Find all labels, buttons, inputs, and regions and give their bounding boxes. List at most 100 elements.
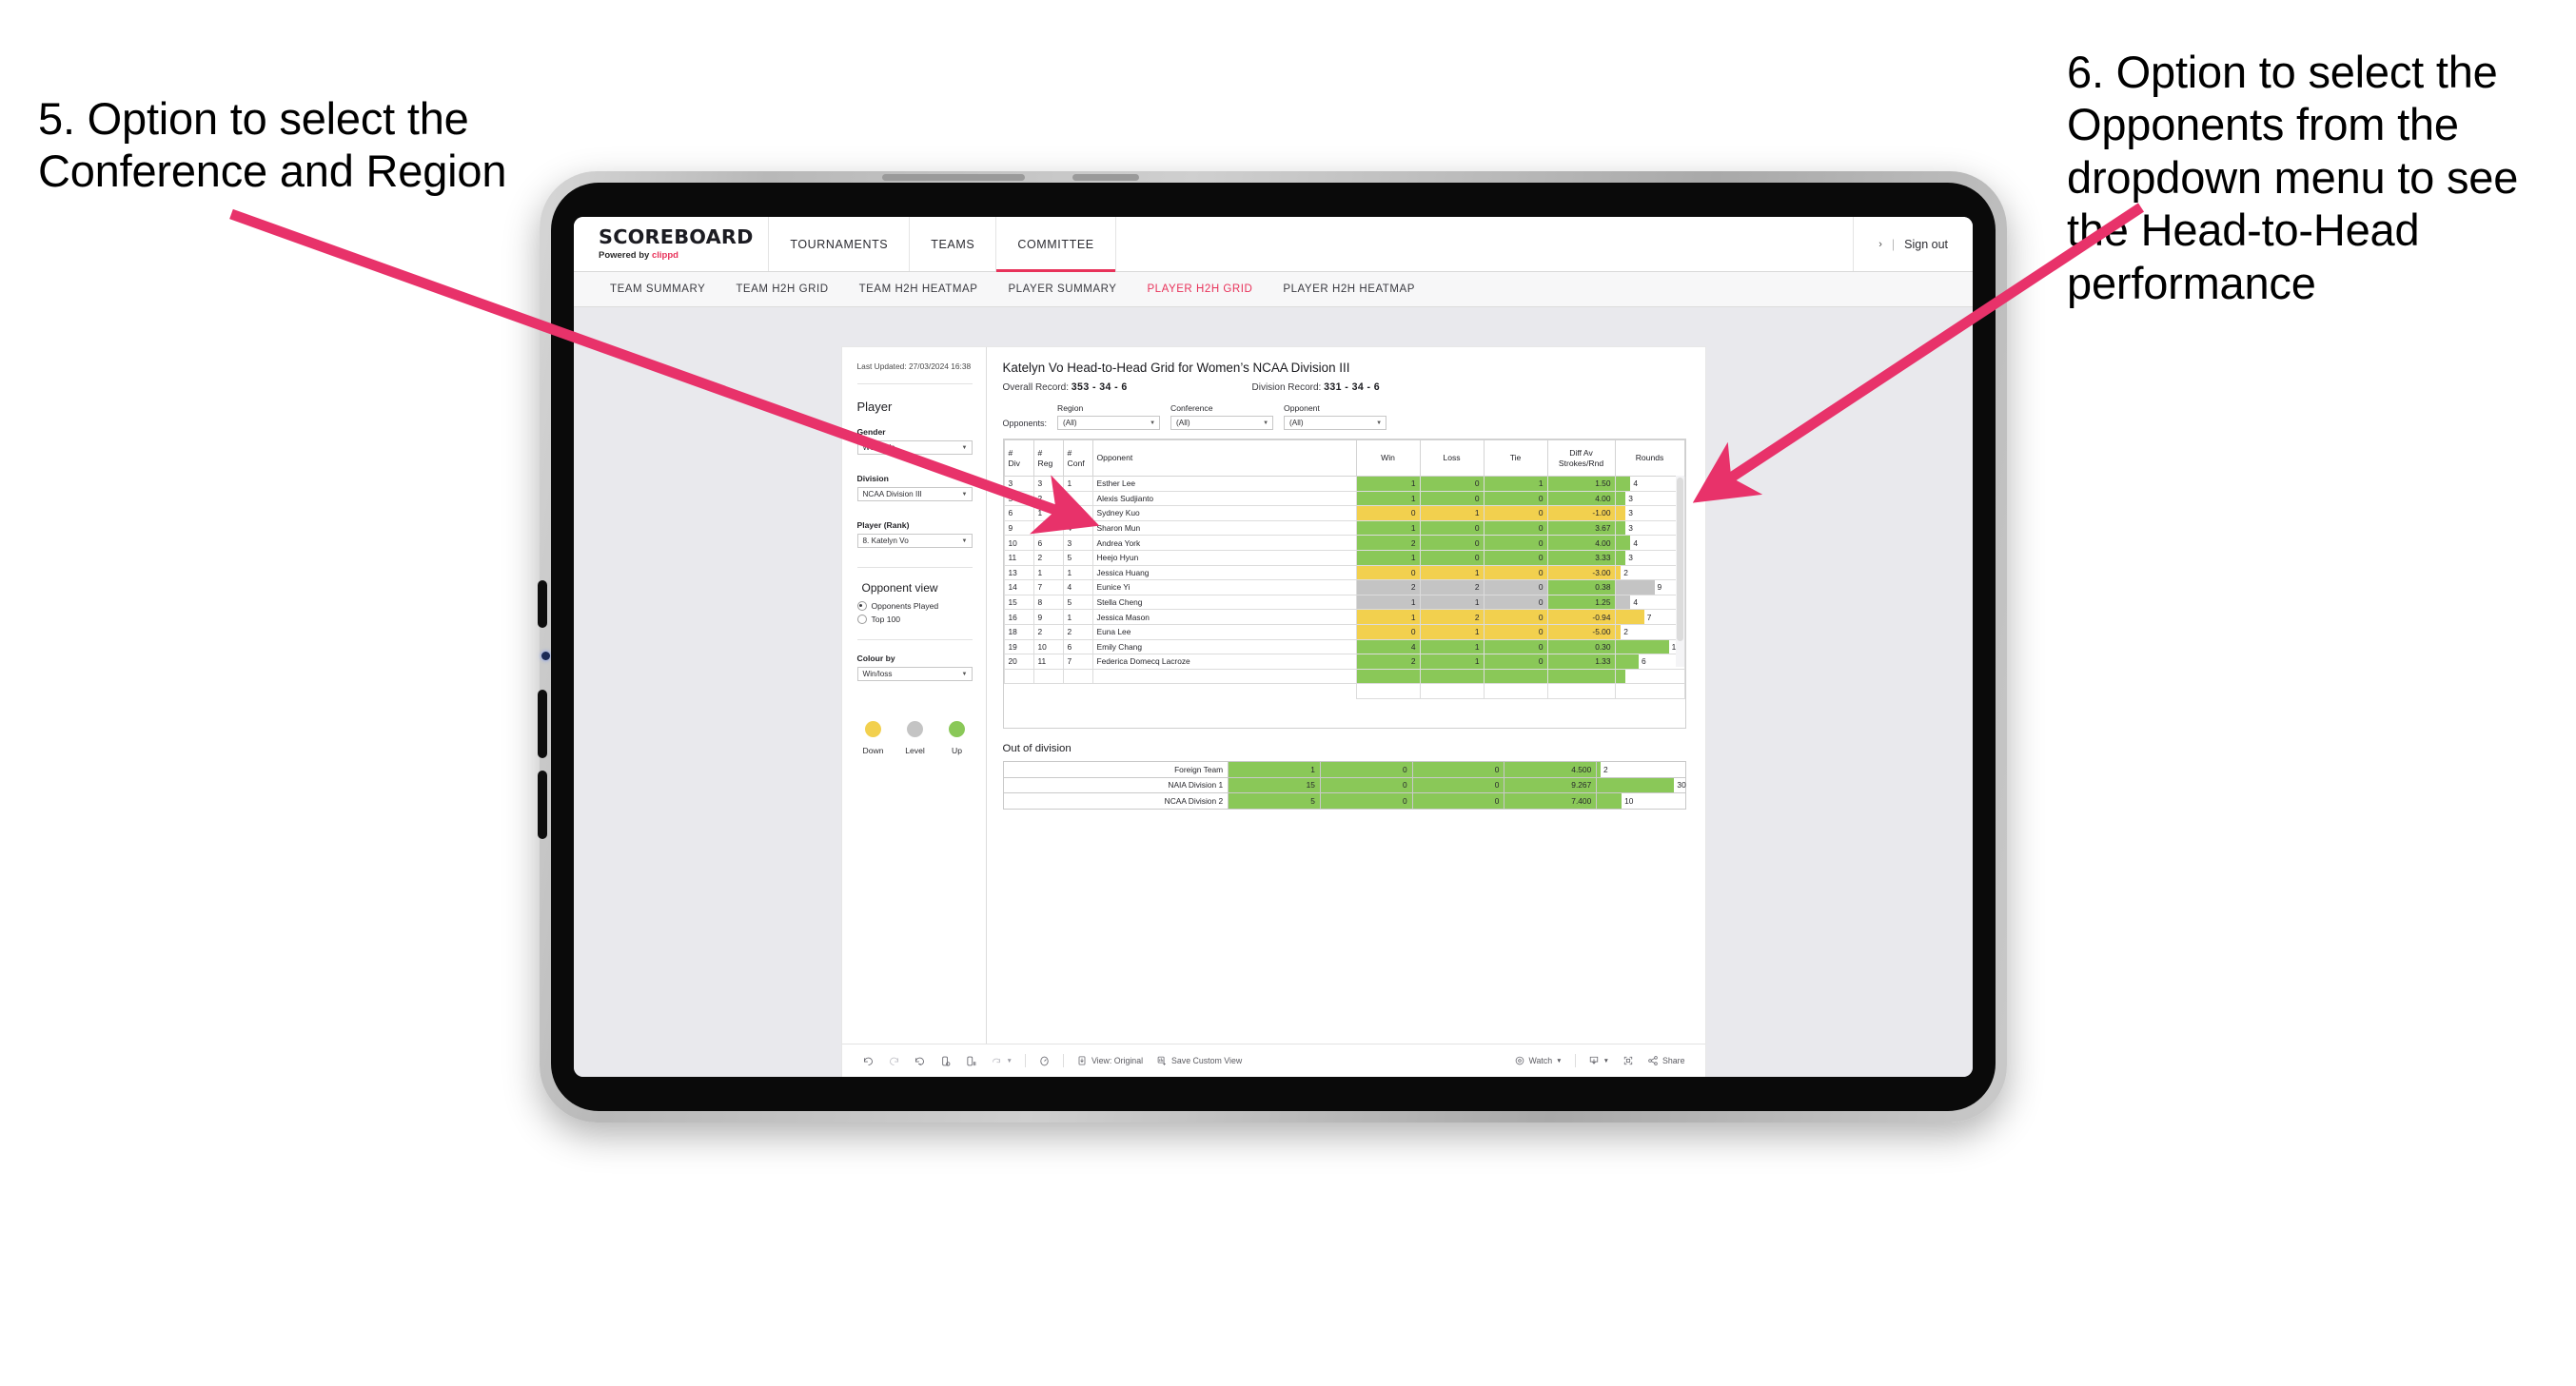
cell-loss: 2 xyxy=(1419,579,1485,595)
grid-vertical-scrollbar[interactable] xyxy=(1675,476,1684,667)
conference-filter-select[interactable]: (All) ▼ xyxy=(1170,416,1274,430)
undo-icon xyxy=(863,1057,873,1065)
cell-tie: 0 xyxy=(1483,654,1548,670)
cell-loss: 1 xyxy=(1419,564,1485,581)
table-row[interactable]: 16 9 1 Jessica Mason 1 2 0 -0.94 7 xyxy=(1003,609,1685,625)
col-diff-l2: Strokes/Rnd xyxy=(1558,458,1604,468)
fullscreen-button[interactable] xyxy=(1616,1055,1641,1066)
overall-record: Overall Record: 353 - 34 - 6 xyxy=(1003,381,1252,393)
table-row[interactable]: 18 2 2 Euna Lee 0 1 0 -5.00 2 xyxy=(1003,623,1685,640)
cell-diff: 0.38 xyxy=(1546,579,1616,595)
tablet-bezel: SCOREBOARD Powered by clippd TOURNAMENTS… xyxy=(538,171,2007,1122)
topnav-tournaments[interactable]: TOURNAMENTS xyxy=(769,217,911,271)
opponent-filter-select[interactable]: (All) ▼ xyxy=(1284,416,1387,430)
subnav-team-h2h-grid[interactable]: TEAM H2H GRID xyxy=(720,283,843,295)
region-filter-select[interactable]: (All) ▼ xyxy=(1057,416,1161,430)
topnav-committee[interactable]: COMMITTEE xyxy=(996,217,1116,272)
player-rank-select[interactable]: 8. Katelyn Vo ▼ xyxy=(856,534,973,549)
pause-updates-button[interactable] xyxy=(958,1055,984,1067)
col-reg: # Reg xyxy=(1032,439,1064,477)
revert-button[interactable] xyxy=(907,1055,933,1067)
cell-opponent: Esther Lee xyxy=(1091,476,1357,492)
subnav-player-summary[interactable]: PLAYER SUMMARY xyxy=(993,283,1131,295)
tablet-volume-down-button[interactable] xyxy=(538,771,547,839)
share-button[interactable]: Share xyxy=(1641,1055,1691,1066)
cell-tie: 1 xyxy=(1483,476,1548,492)
cell-div: 10 xyxy=(1003,535,1034,551)
cell-diff: 1.25 xyxy=(1546,594,1616,611)
ood-cell-win: 5 xyxy=(1228,792,1321,810)
ood-cell-label: NAIA Division 1 xyxy=(1002,776,1229,793)
save-custom-view-button[interactable]: Save Custom View xyxy=(1150,1055,1249,1066)
redo-layout-button[interactable]: ▼ xyxy=(984,1055,1019,1067)
undo-button[interactable] xyxy=(855,1055,881,1067)
table-row[interactable]: 15 8 5 Stella Cheng 1 1 0 1.25 4 xyxy=(1003,594,1685,611)
cell-diff: 4.00 xyxy=(1546,490,1616,507)
table-row-partial[interactable] xyxy=(1003,668,1685,685)
col-reg-l1: # xyxy=(1037,447,1043,458)
table-row[interactable]: 19106Emily Chang4100.3011 xyxy=(1003,638,1685,655)
colour-by-select[interactable]: Win/loss ▼ xyxy=(856,667,973,682)
watch-button[interactable]: Watch ▼ xyxy=(1507,1055,1569,1066)
out-of-division-row[interactable]: NCAA Division 2 5 0 0 7.400 10 xyxy=(1002,792,1686,810)
cell-div: 14 xyxy=(1003,579,1034,595)
legend-down-label: Down xyxy=(862,746,884,756)
save-custom-view-icon xyxy=(1157,1056,1166,1065)
colour-by-value: Win/loss xyxy=(862,670,893,679)
ood-cell-tie: 0 xyxy=(1411,792,1505,810)
download-button[interactable]: ▼ xyxy=(1582,1055,1616,1066)
device-layout-button[interactable] xyxy=(1032,1055,1057,1067)
radio-opponents-played[interactable]: Opponents Played xyxy=(856,601,973,612)
tablet-volume-up-button[interactable] xyxy=(538,690,547,758)
table-row[interactable]: 11 2 5 Heejo Hyun 1 0 0 3.33 3 xyxy=(1003,549,1685,566)
table-row[interactable]: 3 3 1 Esther Lee 1 0 1 1.50 4 xyxy=(1003,476,1685,492)
sidebar-divider-1 xyxy=(856,567,973,569)
subnav-team-h2h-heatmap[interactable]: TEAM H2H HEATMAP xyxy=(844,283,993,295)
cell-loss: 2 xyxy=(1419,609,1485,625)
subnav-player-h2h-grid[interactable]: PLAYER H2H GRID xyxy=(1131,283,1268,295)
subnav-team-h2h-heatmap-label: TEAM H2H HEATMAP xyxy=(858,283,978,295)
scoreboard-app: SCOREBOARD Powered by clippd TOURNAMENTS… xyxy=(574,217,1973,1077)
cell-tie: 0 xyxy=(1483,490,1548,507)
division-select[interactable]: NCAA Division III ▼ xyxy=(856,487,973,502)
gender-select[interactable]: Women’s ▼ xyxy=(856,440,973,456)
tablet-mute-button[interactable] xyxy=(538,580,547,628)
table-row[interactable]: 6 1 3 Sydney Kuo 0 1 0 -1.00 3 xyxy=(1003,505,1685,521)
subnav-team-summary[interactable]: TEAM SUMMARY xyxy=(595,283,720,295)
table-row[interactable]: 10 6 3 Andrea York 2 0 0 4.00 4 xyxy=(1003,535,1685,551)
cell-win: 1 xyxy=(1355,594,1421,611)
topnav-teams[interactable]: TEAMS xyxy=(910,217,997,271)
col-div-l1: # xyxy=(1008,447,1013,458)
sidebar-heading-player: Player xyxy=(856,400,893,415)
cell-loss: 0 xyxy=(1419,519,1485,537)
refresh-data-button[interactable] xyxy=(933,1055,958,1067)
grid-scrollbar-thumb[interactable] xyxy=(1676,478,1683,641)
chevron-right-icon[interactable]: › xyxy=(1878,239,1882,250)
subnav-team-h2h-grid-label: TEAM H2H GRID xyxy=(736,283,829,295)
table-row[interactable]: 20 11 7 Federica Domecq Lacroze 2 1 0 1.33 6 xyxy=(1003,654,1685,670)
h2h-grid-head: #Div #Reg #Conf Opponent Win Loss Tie xyxy=(1003,439,1685,477)
ood-cell-rounds: 30 xyxy=(1596,776,1686,793)
ood-cell-loss: 0 xyxy=(1319,761,1413,778)
legend-up: Up xyxy=(945,721,970,755)
app-logo[interactable]: SCOREBOARD Powered by clippd xyxy=(574,217,770,271)
table-row[interactable]: 13 1 1 Jessica Huang 0 1 0 -3.00 2 xyxy=(1003,564,1685,581)
chevron-down-icon: ▼ xyxy=(961,537,968,544)
col-opponent: Opponent xyxy=(1091,439,1357,477)
radio-top-100[interactable]: Top 100 xyxy=(856,615,973,625)
ood-cell-tie: 0 xyxy=(1411,776,1505,793)
table-row[interactable]: 5 2 2 Alexis Sudjianto 1 0 0 4.00 3 xyxy=(1003,490,1685,507)
subnav-player-h2h-heatmap[interactable]: PLAYER H2H HEATMAP xyxy=(1268,283,1430,295)
table-row[interactable]: 14 7 4 Eunice Yi 2 2 0 0.38 9 xyxy=(1003,579,1685,595)
tablet-screen: SCOREBOARD Powered by clippd TOURNAMENTS… xyxy=(574,217,1973,1077)
sign-out-link[interactable]: Sign out xyxy=(1904,238,1948,251)
cell-opponent: Andrea York xyxy=(1091,535,1357,551)
dashboard-sheet: Last Updated: 27/03/2024 16:38 Player Ge… xyxy=(841,347,1705,1077)
redo-button[interactable] xyxy=(881,1055,907,1067)
cell-opponent: Sharon Mun xyxy=(1091,519,1357,537)
out-of-division-row[interactable]: NAIA Division 1 15 0 0 9.267 30 xyxy=(1002,776,1686,793)
out-of-division-row[interactable]: Foreign Team 1 0 0 4.500 2 xyxy=(1002,761,1686,778)
cell-rounds: 4 xyxy=(1614,594,1685,611)
table-row[interactable]: 9 1 4 Sharon Mun 1 0 0 3.67 3 xyxy=(1003,519,1685,537)
view-original-button[interactable]: View: Original xyxy=(1070,1055,1150,1066)
